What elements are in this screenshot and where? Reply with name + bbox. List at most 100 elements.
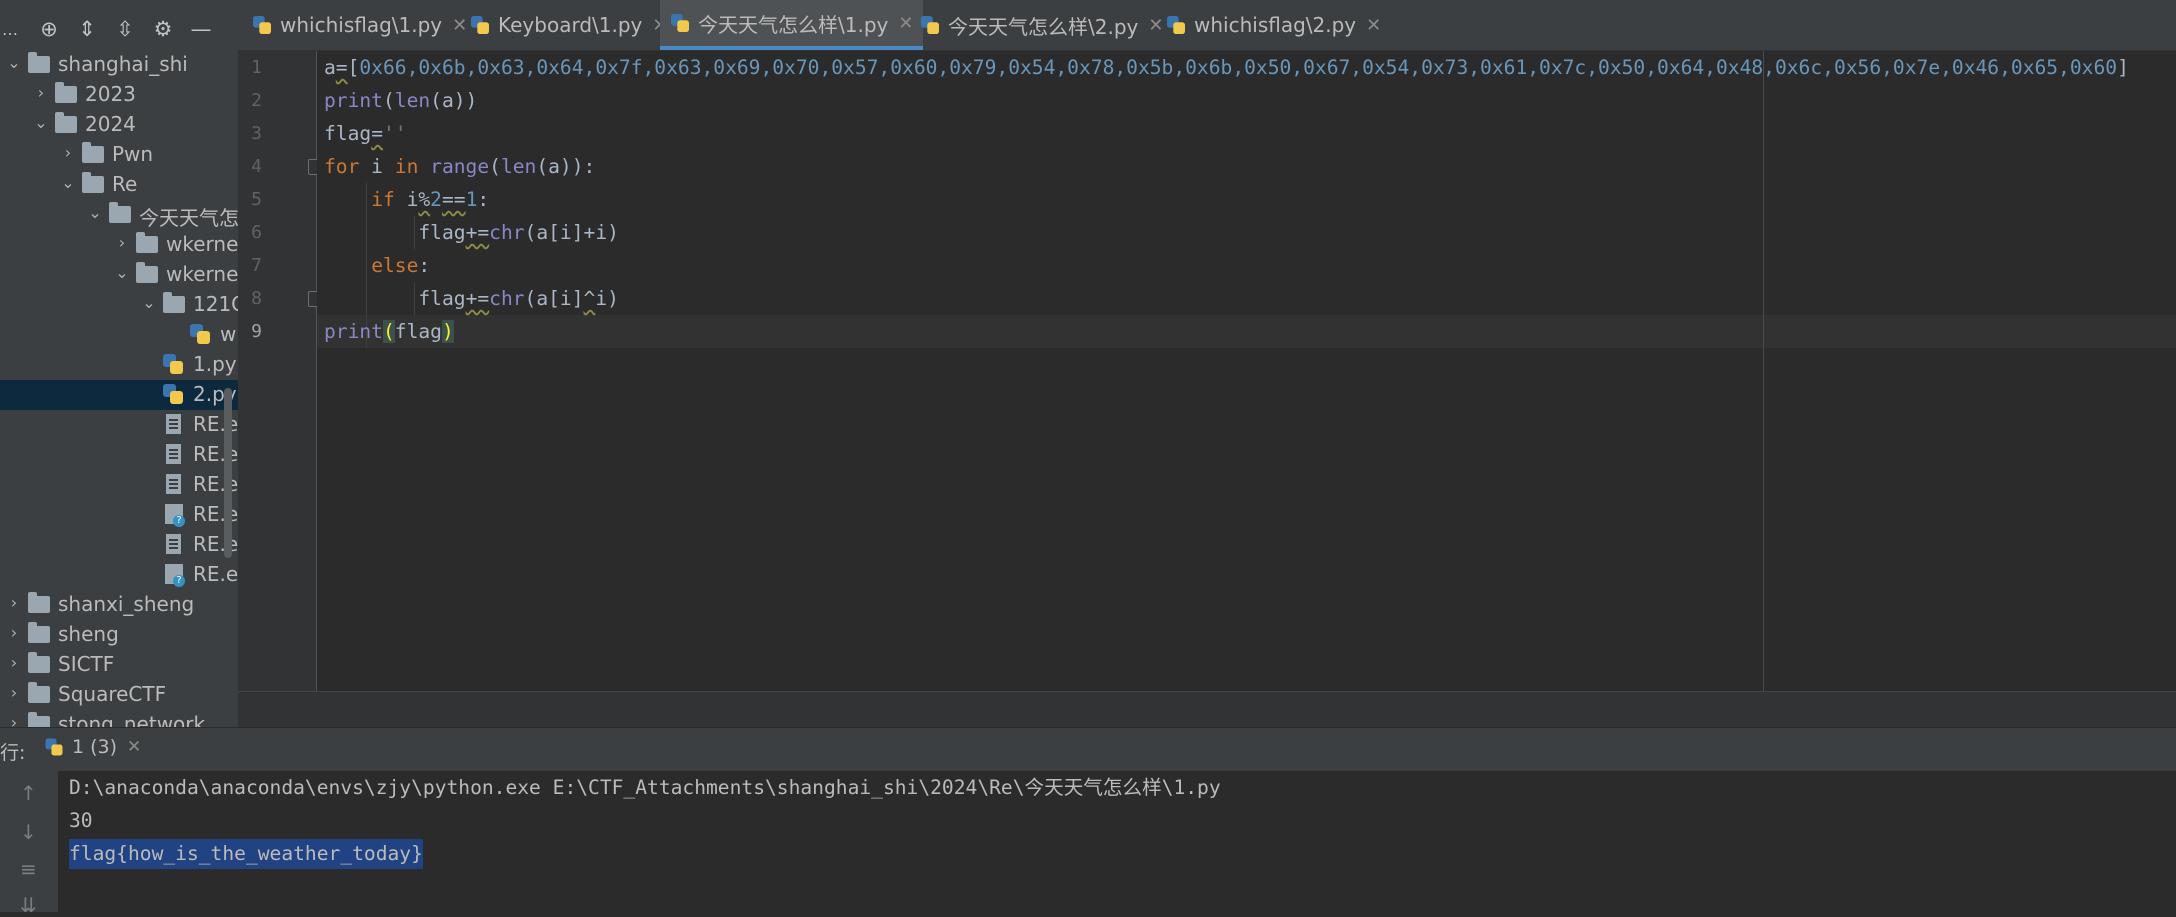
- scroll-to-end-icon[interactable]: ⇊: [20, 893, 37, 917]
- folder-icon: [28, 652, 50, 674]
- folder-icon: [28, 622, 50, 644]
- console-command-line: D:\anaconda\anaconda\envs\zjy\python.exe…: [69, 776, 1221, 799]
- text-file-icon: [163, 474, 185, 494]
- right-margin-guide: [1763, 51, 1764, 691]
- tree-item-label: wk: [220, 322, 238, 346]
- string-literal: '': [382, 122, 407, 145]
- tree-item[interactable]: ⌄ Re: [0, 170, 238, 200]
- chevron-down-icon[interactable]: ⌄: [87, 203, 103, 222]
- tree-item[interactable]: RE.exe.id: [0, 470, 238, 500]
- chevron-right-icon[interactable]: ›: [60, 143, 76, 162]
- chevron-down-icon[interactable]: ⌄: [60, 173, 76, 192]
- tree-item[interactable]: › 2023: [0, 80, 238, 110]
- close-icon[interactable]: ✕: [452, 15, 467, 36]
- chevron-right-icon[interactable]: ›: [6, 713, 22, 727]
- tree-item[interactable]: RE.exe.id: [0, 500, 238, 530]
- tree-item[interactable]: RE.exe: [0, 410, 238, 440]
- tree-item[interactable]: RE.exe.ti: [0, 560, 238, 590]
- tree-item[interactable]: › shanxi_sheng: [0, 590, 238, 620]
- run-console[interactable]: D:\anaconda\anaconda\envs\zjy\python.exe…: [58, 771, 2176, 912]
- tab-weather-1[interactable]: 今天天气怎么样\1.py ✕: [660, 0, 924, 50]
- close-icon[interactable]: ✕: [898, 13, 913, 34]
- code-line-4: for i in range(len(a)):: [324, 155, 596, 178]
- python-file-icon: [1167, 16, 1185, 34]
- folder-icon: [82, 142, 104, 164]
- chevron-right-icon[interactable]: ›: [6, 593, 22, 612]
- folder-icon: [163, 292, 185, 314]
- code-line-1: a=[0x66,0x6b,0x63,0x64,0x7f,0x63,0x69,0x…: [324, 56, 2129, 79]
- chevron-down-icon[interactable]: ⌄: [33, 113, 49, 132]
- tree-item[interactable]: 2.py: [0, 380, 238, 410]
- editor-gutter[interactable]: 1 2 3 4 5 6 7 8 9: [238, 51, 324, 691]
- unknown-file-icon: [163, 564, 185, 587]
- chevron-down-icon[interactable]: ⌄: [141, 293, 157, 312]
- folder-icon: [55, 112, 77, 134]
- chevron-right-icon[interactable]: ›: [6, 623, 22, 642]
- text-file-icon: [163, 444, 185, 464]
- project-tool-window: … ⊕ ⇕ ⇳ ⚙ — ⌄ shanghai_shi › 2023 ⌄ 2024 › Pwn ⌄…: [0, 0, 238, 727]
- tree-item[interactable]: › Pwn: [0, 140, 238, 170]
- tree-item[interactable]: › SICTF: [0, 650, 238, 680]
- project-view-selector[interactable]: …: [0, 20, 30, 39]
- tree-item[interactable]: RE.exe.n: [0, 530, 238, 560]
- tab-whichisflag-1[interactable]: whichisflag\1.py ✕: [252, 0, 467, 50]
- soft-wrap-icon[interactable]: ≡: [20, 857, 37, 881]
- scroll-up-icon[interactable]: ↑: [20, 781, 37, 805]
- folder-icon: [82, 172, 104, 194]
- folder-icon: [55, 82, 77, 104]
- code-editor[interactable]: a=[0x66,0x6b,0x63,0x64,0x7f,0x63,0x69,0x…: [317, 51, 2176, 691]
- tree-item-label: wkernelk: [166, 262, 238, 286]
- folder-icon: [136, 232, 158, 254]
- line-number: 8: [251, 288, 262, 309]
- chevron-right-icon[interactable]: ›: [114, 233, 130, 252]
- line-number: 1: [251, 57, 262, 78]
- chevron-right-icon[interactable]: ›: [6, 653, 22, 672]
- tree-item[interactable]: ⌄ 2024: [0, 110, 238, 140]
- chevron-down-icon[interactable]: ⌄: [6, 53, 22, 72]
- expand-all-icon[interactable]: ⇕: [68, 17, 106, 41]
- tree-item[interactable]: ⌄ 121C: [0, 290, 238, 320]
- close-icon[interactable]: ✕: [1148, 15, 1163, 36]
- locate-icon[interactable]: ⊕: [30, 17, 68, 41]
- tab-label: 今天天气怎么样\2.py: [948, 14, 1139, 39]
- tree-item[interactable]: wk: [0, 320, 238, 350]
- tree-item[interactable]: RE.exe.id: [0, 440, 238, 470]
- python-file-icon: [471, 16, 489, 34]
- hide-icon[interactable]: —: [182, 17, 220, 41]
- editor-breadcrumb-bar: [238, 691, 2176, 728]
- tab-keyboard-1[interactable]: Keyboard\1.py ✕: [470, 0, 667, 50]
- tab-label: whichisflag\2.py: [1194, 13, 1357, 37]
- caret-row-highlight: [317, 315, 2176, 348]
- scroll-down-icon[interactable]: ↓: [20, 820, 37, 844]
- tree-item[interactable]: › SquareCTF: [0, 680, 238, 710]
- code-line-5: if i%2==1:: [371, 188, 490, 211]
- collapse-all-icon[interactable]: ⇳: [106, 17, 144, 41]
- chevron-right-icon[interactable]: ›: [33, 83, 49, 102]
- close-icon[interactable]: ✕: [1366, 15, 1381, 36]
- line-number: 7: [251, 255, 262, 276]
- chevron-down-icon[interactable]: ⌄: [114, 263, 130, 282]
- gear-icon[interactable]: ⚙: [144, 17, 182, 41]
- hex-array: 0x66,0x6b,0x63,0x64,0x7f,0x63,0x69,0x70,…: [359, 56, 2118, 79]
- tree-item-label: 2023: [85, 82, 136, 106]
- run-config-tab[interactable]: 1 (3) ✕: [44, 736, 141, 758]
- tree-item[interactable]: ⌄ 今天天气怎么: [0, 200, 238, 230]
- tab-whichisflag-2[interactable]: whichisflag\2.py ✕: [1166, 0, 1381, 50]
- tree-scrollbar[interactable]: [224, 388, 232, 558]
- tree-item[interactable]: ⌄ wkernelk: [0, 260, 238, 290]
- text-file-icon: [163, 534, 185, 554]
- tree-item[interactable]: 1.py: [0, 350, 238, 380]
- code-line-2: print(len(a)): [324, 89, 478, 112]
- run-tool-window-header: 行: 1 (3) ✕: [0, 727, 2176, 772]
- run-side-toolbar: ↑ ↓ ≡ ⇊: [0, 771, 58, 917]
- tree-item-label: RE.exe.ti: [193, 562, 238, 586]
- line-number: 3: [251, 123, 262, 144]
- tree-item[interactable]: ⌄ shanghai_shi: [0, 50, 238, 80]
- tree-item[interactable]: › sheng: [0, 620, 238, 650]
- close-icon[interactable]: ✕: [127, 737, 141, 757]
- line-number: 5: [251, 189, 262, 210]
- chevron-right-icon[interactable]: ›: [6, 683, 22, 702]
- tab-weather-2[interactable]: 今天天气怎么样\2.py ✕: [920, 0, 1163, 50]
- tree-item[interactable]: › stong_network: [0, 710, 238, 727]
- tree-item[interactable]: › wkernel3: [0, 230, 238, 260]
